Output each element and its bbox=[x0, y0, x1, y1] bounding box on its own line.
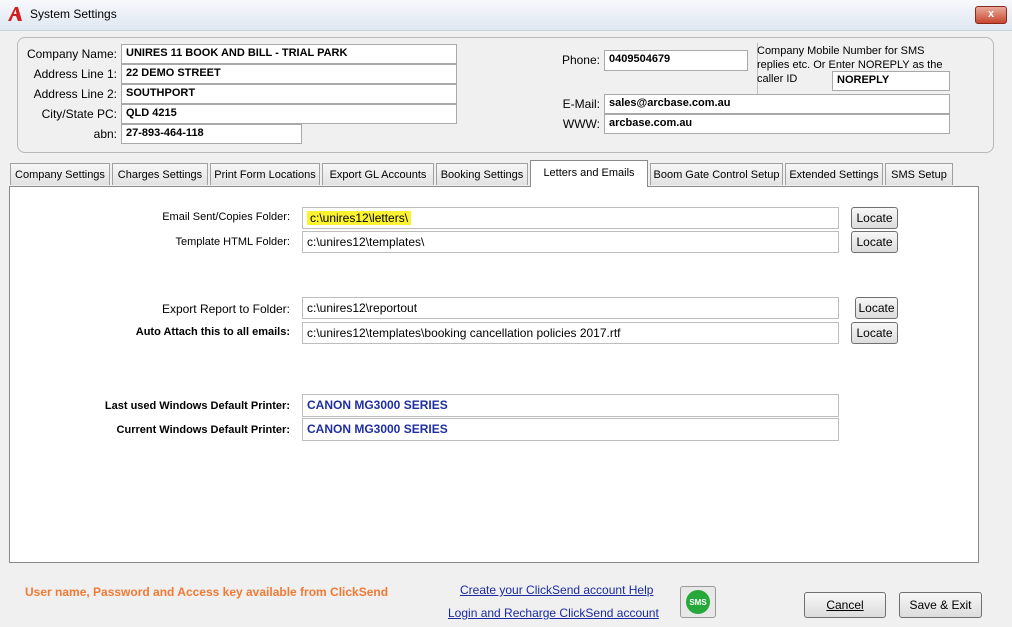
tab-charges-settings[interactable]: Charges Settings bbox=[112, 163, 208, 185]
template-folder-input[interactable]: c:\unires12\templates\ bbox=[302, 231, 839, 253]
company-name-field[interactable]: UNIRES 11 BOOK AND BILL - TRIAL PARK bbox=[121, 44, 457, 64]
last-printer-label: Last used Windows Default Printer: bbox=[104, 400, 290, 412]
phone-field[interactable]: 0409504679 bbox=[604, 50, 748, 71]
window-title: System Settings bbox=[30, 7, 117, 21]
cancel-button[interactable]: Cancel bbox=[804, 592, 886, 618]
tab-company-settings[interactable]: Company Settings bbox=[10, 163, 110, 185]
save-exit-button[interactable]: Save & Exit bbox=[899, 592, 982, 618]
locate-export-folder-button[interactable]: Locate bbox=[855, 297, 898, 319]
abn-label: abn: bbox=[93, 127, 117, 141]
locate-sent-folder-button[interactable]: Locate bbox=[851, 207, 898, 229]
cancel-button-label: Cancel bbox=[826, 598, 864, 612]
auto-attach-label: Auto Attach this to all emails: bbox=[135, 326, 290, 338]
close-button[interactable]: x bbox=[975, 6, 1007, 24]
www-field[interactable]: arcbase.com.au bbox=[604, 114, 950, 134]
locate-attach-file-button[interactable]: Locate bbox=[851, 322, 898, 344]
app-logo-icon bbox=[8, 7, 22, 21]
sms-icon-text: SMS bbox=[689, 598, 707, 607]
email-sent-folder-input[interactable]: c:\unires12\letters\ bbox=[302, 207, 839, 229]
phone-label: Phone: bbox=[561, 53, 600, 67]
clicksend-note: User name, Password and Access key avail… bbox=[25, 585, 389, 599]
auto-attach-input[interactable]: c:\unires12\templates\booking cancellati… bbox=[302, 322, 839, 344]
company-name-label: Company Name: bbox=[26, 47, 117, 61]
export-report-folder-label: Export Report to Folder: bbox=[161, 302, 290, 316]
tab-print-form-locations[interactable]: Print Form Locations bbox=[210, 163, 320, 185]
template-folder-label: Template HTML Folder: bbox=[175, 236, 290, 248]
highlighted-path: c:\unires12\letters\ bbox=[307, 211, 412, 225]
export-report-folder-input[interactable]: c:\unires12\reportout bbox=[302, 297, 839, 319]
tab-extended-settings[interactable]: Extended Settings bbox=[785, 163, 883, 185]
login-recharge-clicksend-link[interactable]: Login and Recharge ClickSend account bbox=[448, 606, 659, 620]
title-bar bbox=[0, 0, 1012, 31]
city-state-field[interactable]: QLD 4215 bbox=[121, 104, 457, 124]
city-state-label: City/State PC: bbox=[41, 107, 117, 121]
locate-template-folder-button[interactable]: Locate bbox=[851, 231, 898, 253]
tab-boom-gate-control-setup[interactable]: Boom Gate Control Setup bbox=[650, 163, 783, 185]
last-printer-field: CANON MG3000 SERIES bbox=[302, 394, 839, 417]
sms-caller-id-field[interactable]: NOREPLY bbox=[832, 71, 950, 91]
email-sent-folder-label: Email Sent/Copies Folder: bbox=[162, 211, 290, 223]
create-clicksend-account-link[interactable]: Create your ClickSend account Help bbox=[460, 583, 653, 597]
current-printer-field: CANON MG3000 SERIES bbox=[302, 418, 839, 441]
tab-export-gl-accounts[interactable]: Export GL Accounts bbox=[322, 163, 434, 185]
address-line2-label: Address Line 2: bbox=[33, 87, 117, 101]
www-label: WWW: bbox=[562, 117, 600, 131]
address-line1-field[interactable]: 22 DEMO STREET bbox=[121, 64, 457, 84]
tab-letters-and-emails[interactable]: Letters and Emails bbox=[530, 160, 648, 187]
abn-field[interactable]: 27-893-464-118 bbox=[121, 124, 302, 144]
sms-icon: SMS bbox=[686, 590, 710, 614]
address-line1-label: Address Line 1: bbox=[33, 67, 117, 81]
email-label: E-Mail: bbox=[562, 97, 600, 111]
tab-booking-settings[interactable]: Booking Settings bbox=[436, 163, 528, 185]
current-printer-label: Current Windows Default Printer: bbox=[116, 424, 290, 436]
address-line2-field[interactable]: SOUTHPORT bbox=[121, 84, 457, 104]
email-field[interactable]: sales@arcbase.com.au bbox=[604, 94, 950, 114]
tab-sms-setup[interactable]: SMS Setup bbox=[885, 163, 953, 185]
sms-button[interactable]: SMS bbox=[680, 586, 716, 618]
